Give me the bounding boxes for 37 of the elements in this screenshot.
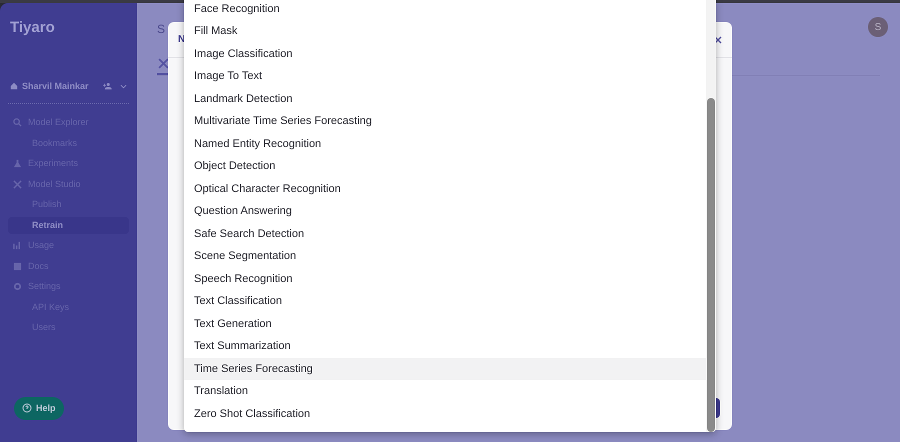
dropdown-option[interactable]: Speech Recognition [184,268,706,290]
dropdown-option[interactable]: Text Summarization [184,335,706,358]
close-icon[interactable] [714,36,722,44]
dropdown-option[interactable]: Image Classification [184,42,706,65]
dropdown-option[interactable]: Time Series Forecasting [184,358,706,380]
help-icon [22,403,32,414]
dropdown-option[interactable]: Object Detection [184,155,706,178]
tools-icon [158,58,169,69]
tools-icon [13,180,22,189]
scrollbar-thumb[interactable] [707,98,715,432]
dropdown-option[interactable]: Named Entity Recognition [184,132,706,155]
dropdown-option[interactable]: Image To Text [184,65,706,88]
help-button[interactable]: Help [14,396,64,420]
dropdown-option[interactable]: Scene Segmentation [184,245,706,268]
dropdown-option[interactable]: Face Recognition [184,0,706,20]
dropdown-option[interactable]: Safe Search Detection [184,222,706,245]
dropdown-option[interactable]: Multivariate Time Series Forecasting [184,110,706,132]
page-title: S [157,21,166,38]
search-icon [13,118,22,128]
dropdown-option[interactable]: Text Generation [184,312,706,335]
dropdown-option[interactable]: Text Classification [184,290,706,312]
flask-icon [13,159,22,168]
dropdown-option[interactable]: Fill Mask [184,20,706,42]
add-user-icon[interactable] [102,82,112,90]
home-icon [10,82,18,90]
dropdown-option[interactable]: Zero Shot Classification [184,402,706,425]
scrollbar[interactable] [706,0,716,432]
document-icon [13,262,22,271]
user-name: Sharvil Mainkar [22,80,89,92]
logo: Tiyaro [9,18,56,38]
dropdown-option[interactable]: Translation [184,380,706,402]
chevron-down-icon[interactable] [120,84,127,89]
chart-icon [13,241,22,250]
dropdown-option[interactable]: Question Answering [184,200,706,222]
settings-icon [13,282,22,292]
dropdown-option[interactable]: Landmark Detection [184,88,706,110]
dropdown-option[interactable]: Optical Character Recognition [184,178,706,200]
